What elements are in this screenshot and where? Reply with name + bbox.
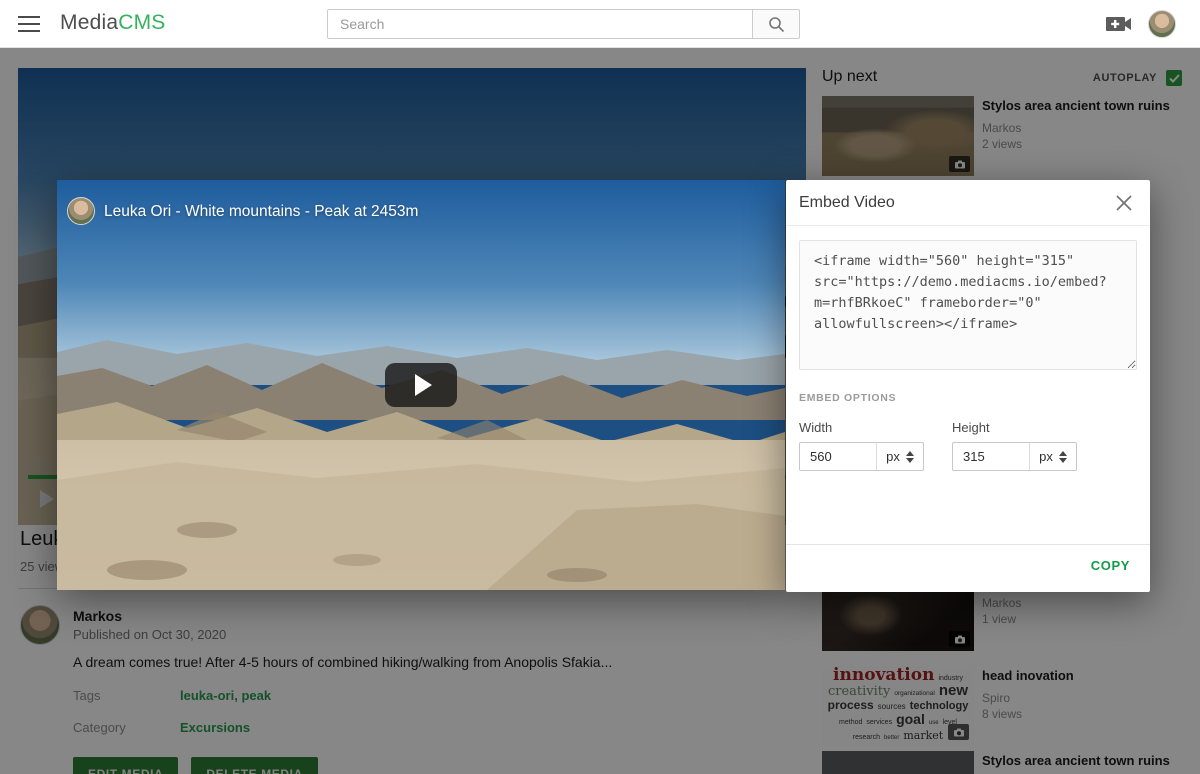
height-unit-select[interactable]: px [1029,442,1077,471]
embed-preview-player[interactable]: Leuka Ori - White mountains - Peak at 24… [57,180,785,590]
height-input[interactable] [952,442,1030,471]
embed-options-label: EMBED OPTIONS [799,392,896,404]
play-icon [415,374,432,396]
stepper-icon [1059,451,1067,463]
menu-icon[interactable] [18,16,40,32]
close-icon[interactable] [1113,192,1135,214]
app-header: MediaCMS [0,0,1200,48]
divider [786,225,1150,226]
app-logo[interactable]: MediaCMS [60,11,165,35]
search-icon [768,16,785,33]
logo-text-cms: CMS [118,11,165,34]
author-avatar[interactable] [67,197,95,225]
preview-video-title: Leuka Ori - White mountains - Peak at 24… [104,203,418,221]
search-bar [327,9,800,39]
embed-video-dialog: Embed Video <iframe width="560" height="… [786,180,1150,592]
divider [786,544,1150,545]
height-label: Height [952,420,990,435]
height-field-group: px [952,442,1077,471]
width-unit-select[interactable]: px [876,442,924,471]
embed-code-textarea[interactable]: <iframe width="560" height="315" src="ht… [799,240,1137,370]
width-label: Width [799,420,832,435]
play-button[interactable] [385,363,457,407]
user-avatar[interactable] [1148,10,1176,38]
width-field-group: px [799,442,924,471]
width-unit-value: px [886,449,900,464]
stepper-icon [906,451,914,463]
search-input[interactable] [327,9,752,39]
upload-media-icon[interactable] [1106,15,1132,33]
logo-text-media: Media [60,11,118,34]
search-button[interactable] [752,9,800,39]
height-unit-value: px [1039,449,1053,464]
dialog-title: Embed Video [799,194,895,212]
width-input[interactable] [799,442,877,471]
copy-button[interactable]: COPY [1091,558,1130,573]
